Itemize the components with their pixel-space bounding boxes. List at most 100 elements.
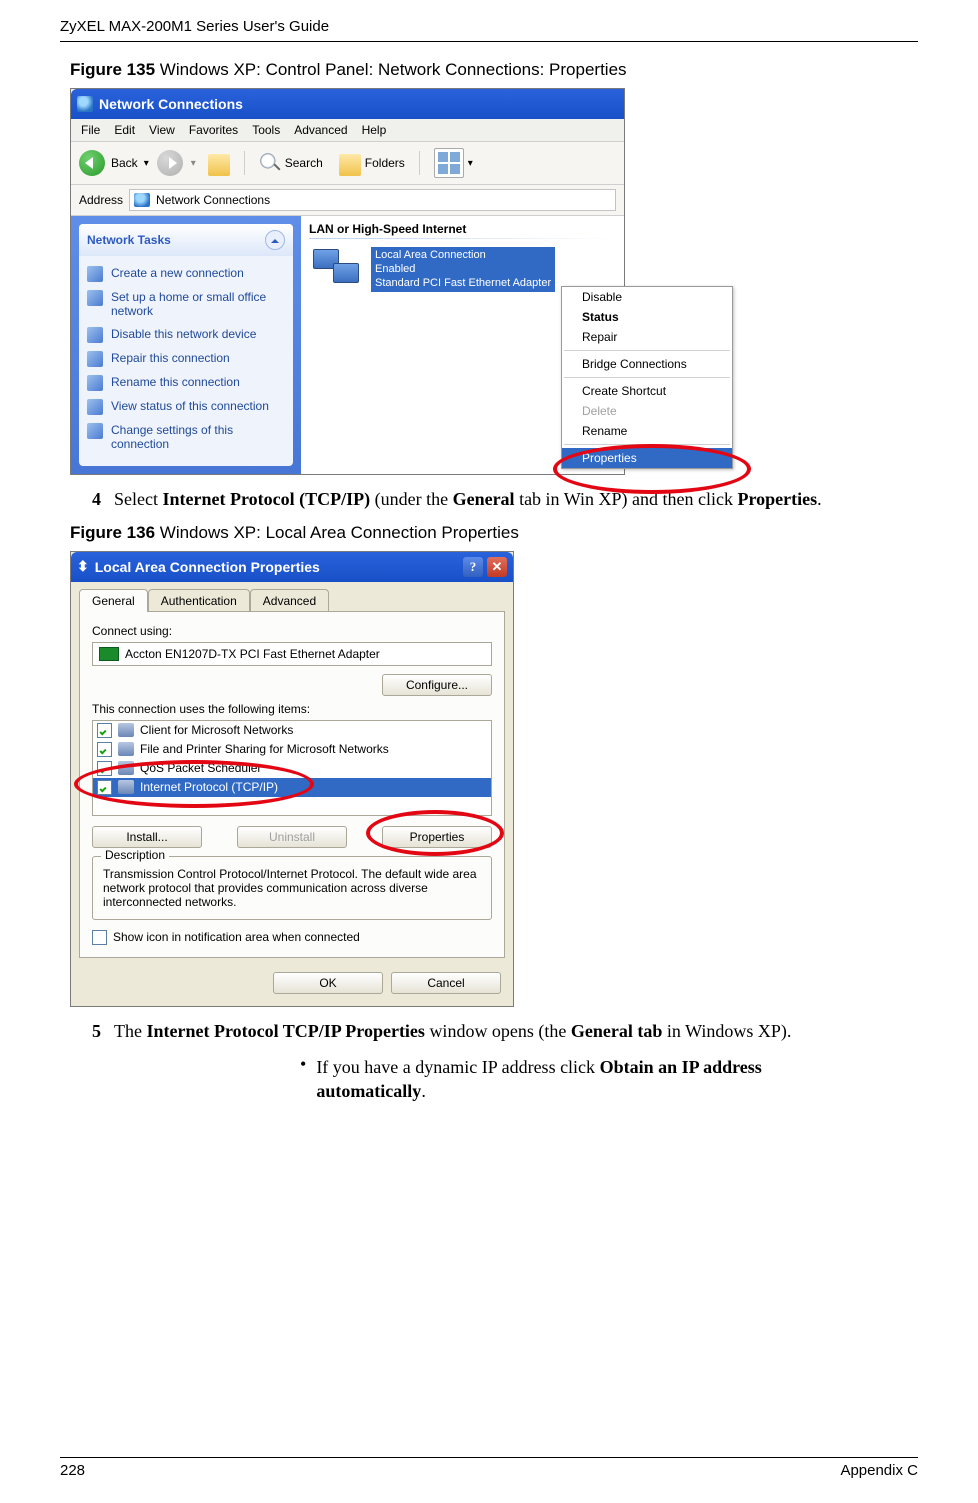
ctx-bridge[interactable]: Bridge Connections [562, 354, 732, 374]
properties-button[interactable]: Properties [382, 826, 492, 848]
checkbox-icon[interactable] [97, 761, 112, 776]
dialog-title: Local Area Connection Properties [95, 559, 320, 575]
task-disable-device[interactable]: Disable this network device [87, 323, 285, 347]
back-label: Back [111, 156, 138, 170]
search-label: Search [285, 156, 323, 170]
description-text: Transmission Control Protocol/Internet P… [103, 867, 481, 909]
task-setup-network[interactable]: Set up a home or small office network [87, 286, 285, 323]
folders-button[interactable]: Folders [335, 149, 409, 178]
help-button[interactable]: ? [463, 557, 483, 577]
tab-advanced[interactable]: Advanced [250, 589, 329, 612]
menu-bar: File Edit View Favorites Tools Advanced … [71, 119, 624, 142]
network-tasks-header[interactable]: Network Tasks [79, 224, 293, 256]
group-header: LAN or High-Speed Internet [301, 216, 624, 238]
configure-button[interactable]: Configure... [382, 674, 492, 696]
menu-advanced[interactable]: Advanced [294, 123, 347, 137]
close-button[interactable]: ✕ [487, 557, 507, 577]
task-icon [87, 327, 103, 343]
connection-name: Local Area Connection [375, 249, 551, 263]
items-listbox[interactable]: Client for Microsoft Networks File and P… [92, 720, 492, 816]
ok-button[interactable]: OK [273, 972, 383, 994]
item-file-print-sharing[interactable]: File and Printer Sharing for Microsoft N… [93, 740, 491, 759]
forward-button[interactable] [157, 150, 183, 176]
task-icon [87, 399, 103, 415]
forward-dropdown-icon: ▾ [191, 158, 196, 169]
search-button[interactable]: Search [255, 150, 327, 176]
menu-view[interactable]: View [149, 123, 175, 137]
back-button[interactable]: Back ▾ [79, 150, 149, 176]
sub-bullet: • If you have a dynamic IP address click… [300, 1055, 860, 1104]
ctx-create-shortcut[interactable]: Create Shortcut [562, 381, 732, 401]
connection-device: Standard PCI Fast Ethernet Adapter [375, 277, 551, 291]
item-label: QoS Packet Scheduler [140, 761, 261, 775]
ctx-rename[interactable]: Rename [562, 421, 732, 441]
bullet-dot: • [300, 1055, 306, 1104]
connection-status: Enabled [375, 263, 551, 277]
ctx-separator [564, 377, 730, 378]
task-create-connection[interactable]: Create a new connection [87, 262, 285, 286]
task-repair[interactable]: Repair this connection [87, 347, 285, 371]
text: window opens (the [425, 1021, 571, 1041]
component-icon [118, 723, 134, 737]
window-titlebar: Network Connections [71, 89, 624, 119]
item-client-ms-networks[interactable]: Client for Microsoft Networks [93, 721, 491, 740]
step-5-text: The Internet Protocol TCP/IP Properties … [114, 1019, 791, 1043]
group-divider [309, 238, 616, 239]
ctx-status[interactable]: Status [562, 307, 732, 327]
description-legend: Description [101, 848, 169, 862]
task-change-settings[interactable]: Change settings of this connection [87, 419, 285, 456]
address-field[interactable]: Network Connections [129, 189, 616, 211]
back-arrow-icon [79, 150, 105, 176]
checkbox-icon[interactable] [97, 723, 112, 738]
section-label: Appendix C [840, 1462, 918, 1479]
bold-text: General [453, 489, 515, 509]
bold-text: Internet Protocol TCP/IP Properties [146, 1021, 424, 1041]
page-footer: 228 Appendix C [60, 1457, 918, 1479]
up-folder-icon [208, 154, 230, 176]
tab-authentication[interactable]: Authentication [148, 589, 250, 612]
item-qos-scheduler[interactable]: QoS Packet Scheduler [93, 759, 491, 778]
figure-136: ⬍ Local Area Connection Properties ? ✕ G… [70, 551, 514, 1007]
figure-135-title: Windows XP: Control Panel: Network Conne… [155, 60, 626, 79]
views-icon [434, 148, 464, 178]
menu-edit[interactable]: Edit [114, 123, 135, 137]
ctx-properties[interactable]: Properties [562, 448, 732, 468]
views-button[interactable]: ▾ [430, 146, 477, 180]
address-label: Address [79, 193, 123, 207]
menu-file[interactable]: File [81, 123, 100, 137]
address-icon [134, 193, 150, 207]
menu-favorites[interactable]: Favorites [189, 123, 238, 137]
network-tasks-title: Network Tasks [87, 233, 171, 247]
step-4-text: Select Internet Protocol (TCP/IP) (under… [114, 487, 822, 511]
task-icon [87, 351, 103, 367]
checkbox-icon[interactable] [97, 780, 112, 795]
show-icon-checkbox[interactable] [92, 930, 107, 945]
install-button[interactable]: Install... [92, 826, 202, 848]
step-4: 4 Select Internet Protocol (TCP/IP) (und… [92, 487, 918, 511]
ctx-repair[interactable]: Repair [562, 327, 732, 347]
search-icon [259, 152, 281, 174]
up-button[interactable] [204, 149, 234, 178]
context-menu: Disable Status Repair Bridge Connections… [561, 286, 733, 469]
task-rename[interactable]: Rename this connection [87, 371, 285, 395]
collapse-icon[interactable] [265, 230, 285, 250]
show-icon-row[interactable]: Show icon in notification area when conn… [92, 930, 492, 945]
menu-help[interactable]: Help [362, 123, 387, 137]
task-icon [87, 375, 103, 391]
ctx-separator [564, 350, 730, 351]
nic-card-icon [99, 647, 119, 661]
menu-tools[interactable]: Tools [252, 123, 280, 137]
checkbox-icon[interactable] [97, 742, 112, 757]
cancel-button[interactable]: Cancel [391, 972, 501, 994]
tab-general[interactable]: General [79, 589, 148, 612]
item-tcpip[interactable]: Internet Protocol (TCP/IP) [93, 778, 491, 797]
main-pane: LAN or High-Speed Internet Local Area Co… [301, 216, 624, 474]
step-number: 4 [92, 487, 108, 511]
lan-connection-icon [309, 247, 363, 291]
task-view-status[interactable]: View status of this connection [87, 395, 285, 419]
figure-136-number: Figure 136 [70, 523, 155, 542]
ctx-disable[interactable]: Disable [562, 287, 732, 307]
bold-text: General tab [571, 1021, 663, 1041]
figure-135-caption: Figure 135 Windows XP: Control Panel: Ne… [60, 60, 918, 80]
item-label: Internet Protocol (TCP/IP) [140, 780, 278, 794]
